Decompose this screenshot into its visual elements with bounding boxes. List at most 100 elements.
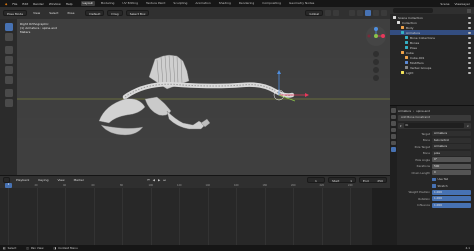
output-tab-icon[interactable] (391, 121, 396, 126)
tab-texture-paint[interactable]: Texture Paint (144, 1, 167, 6)
visibility-eye-icon[interactable] (468, 31, 471, 34)
object-tab-icon[interactable] (391, 134, 396, 139)
tab-layout[interactable]: Layout (80, 1, 95, 6)
property-field[interactable]: 1.000 (432, 189, 471, 195)
filter-icon[interactable] (467, 8, 471, 13)
zoom-icon[interactable] (373, 51, 379, 57)
tool-tab-icon[interactable] (391, 108, 396, 113)
property-field[interactable]: 0° (432, 157, 471, 163)
menu-render[interactable]: Render (33, 2, 44, 6)
visibility-eye-icon[interactable] (468, 26, 471, 29)
outliner-search-input[interactable] (393, 8, 433, 13)
current-frame-field[interactable]: 1 (307, 176, 325, 183)
mode-selector[interactable]: Pose Mode (3, 10, 28, 16)
transform-global-selector[interactable]: Global (305, 10, 323, 16)
overlay-icon[interactable] (349, 10, 355, 16)
property-field[interactable]: 0 (432, 170, 471, 176)
navigation-gizmo[interactable] (365, 25, 387, 47)
tab-geometry-nodes[interactable]: Geometry Nodes (287, 1, 316, 6)
orientation-selector[interactable]: Default (85, 10, 105, 16)
visibility-eye-icon[interactable] (468, 61, 471, 64)
proportional-edit-icon[interactable] (333, 10, 339, 16)
visibility-eye-icon[interactable] (468, 71, 471, 74)
property-field[interactable]: pole (432, 150, 471, 156)
visibility-eye-icon[interactable] (468, 46, 471, 49)
menu-window[interactable]: Window (49, 2, 61, 6)
render-tab-icon[interactable] (391, 114, 396, 119)
measure-tool-icon[interactable] (4, 99, 13, 107)
playback-menu[interactable]: Playback (13, 177, 32, 183)
bone-constraint-tab-icon[interactable] (391, 147, 396, 152)
checkbox[interactable] (432, 177, 436, 181)
tab-modeling[interactable]: Modeling (99, 1, 117, 6)
tab-sculpting[interactable]: Sculpting (171, 1, 189, 6)
tab-uv-editing[interactable]: UV Editing (120, 1, 140, 6)
play-reverse-icon[interactable]: ◀ (153, 178, 155, 182)
scene-tab-icon[interactable] (391, 127, 396, 132)
outliner-item[interactable]: Light (390, 70, 474, 75)
property-field[interactable]: Armature (432, 131, 471, 137)
tab-animation[interactable]: Animation (193, 1, 212, 6)
scale-tool-icon[interactable] (4, 66, 13, 74)
move-tool-icon[interactable] (4, 46, 13, 54)
visibility-eye-icon[interactable] (468, 66, 471, 69)
property-field[interactable]: tail.control (432, 137, 471, 143)
expand-chevron-icon[interactable]: ▾ (400, 124, 402, 128)
shading-solid-icon[interactable] (365, 10, 371, 16)
view-layer-selector[interactable]: ViewLayer (455, 2, 470, 6)
start-frame-field[interactable]: Start 1 (328, 176, 356, 183)
3d-viewport[interactable]: Right Orthographic (1) Armature : spine.… (17, 19, 390, 175)
add-constraint-button[interactable]: Add Bone Constraint (398, 115, 471, 121)
bone-tab-icon[interactable] (391, 140, 396, 145)
select-menu[interactable]: Select (46, 10, 61, 16)
visibility-eye-icon[interactable] (468, 51, 471, 54)
close-icon[interactable]: × (466, 124, 469, 128)
frame-ruler[interactable]: 020406080100120140160180200220240 (0, 183, 390, 188)
blender-logo-icon[interactable]: ◆ (5, 2, 7, 6)
menu-edit[interactable]: Edit (22, 2, 28, 6)
marker-menu[interactable]: Marker (71, 177, 87, 183)
shading-material-icon[interactable] (373, 10, 379, 16)
property-field[interactable]: 500 (432, 163, 471, 169)
constraint-name-field[interactable]: IK (403, 123, 465, 128)
visibility-eye-icon[interactable] (468, 16, 471, 19)
visibility-eye-icon[interactable] (468, 56, 471, 59)
keying-menu[interactable]: Keying (35, 177, 51, 183)
perspective-toggle-icon[interactable] (373, 75, 379, 81)
property-field[interactable]: Armature (432, 144, 471, 150)
timeline-area[interactable]: 020406080100120140160180200220240 1 (0, 183, 390, 245)
tab-rendering[interactable]: Rendering (237, 1, 256, 6)
end-frame-field[interactable]: End 250 (359, 176, 387, 183)
checkbox[interactable] (432, 184, 436, 188)
play-icon[interactable]: ▶ (158, 178, 160, 182)
select-box-selector[interactable]: Select Box (125, 10, 150, 16)
camera-view-icon[interactable] (373, 67, 379, 73)
timeline-editor-icon[interactable] (3, 176, 10, 183)
property-field[interactable]: 1.000 (432, 196, 471, 202)
drag-selector[interactable]: Drag (107, 10, 123, 16)
view-menu[interactable]: View (30, 10, 43, 16)
transform-tool-icon[interactable] (4, 76, 13, 84)
tab-compositing[interactable]: Compositing (260, 1, 283, 6)
jump-end-icon[interactable]: ⏭ (163, 178, 166, 182)
menu-file[interactable]: File (12, 2, 17, 6)
scene-selector[interactable]: Scene (440, 2, 449, 6)
cursor-tool-icon[interactable] (4, 33, 13, 41)
property-field[interactable]: 1.000 (432, 202, 471, 208)
visibility-eye-icon[interactable] (468, 36, 471, 39)
playhead-frame-badge[interactable]: 1 (5, 183, 12, 188)
menu-help[interactable]: Help (66, 2, 73, 6)
select-box-tool-icon[interactable] (4, 23, 13, 31)
visibility-eye-icon[interactable] (468, 41, 471, 44)
timeline-view-menu[interactable]: View (54, 177, 67, 183)
pan-icon[interactable] (373, 59, 379, 65)
pose-menu[interactable]: Pose (64, 10, 77, 16)
visibility-eye-icon[interactable] (468, 21, 471, 24)
annotate-tool-icon[interactable] (4, 89, 13, 97)
snap-icon[interactable] (325, 10, 331, 16)
tab-shading[interactable]: Shading (217, 1, 233, 6)
shading-rendered-icon[interactable] (381, 10, 387, 16)
xray-icon[interactable] (357, 10, 363, 16)
jump-start-icon[interactable]: ⏮ (147, 178, 150, 182)
rotate-tool-icon[interactable] (4, 56, 13, 64)
